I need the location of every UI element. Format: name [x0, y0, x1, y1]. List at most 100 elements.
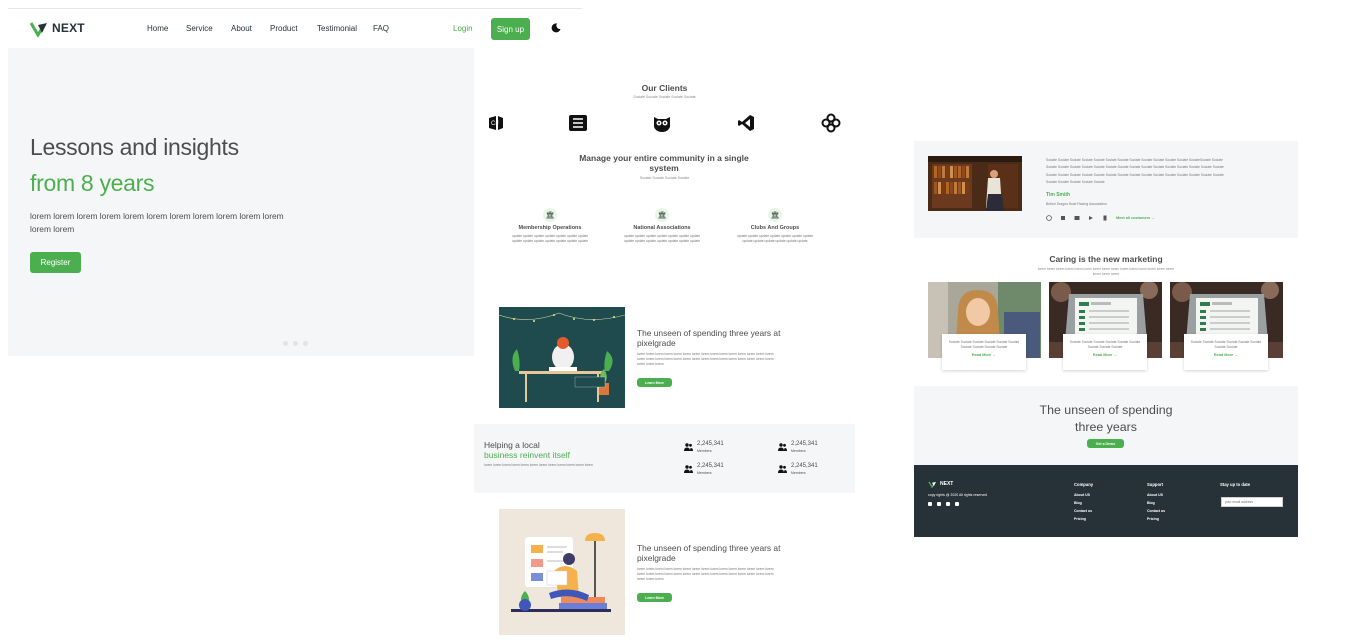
get-demo-button[interactable]: Get a Demo: [1087, 439, 1124, 448]
footer-link[interactable]: Contact us: [1074, 509, 1092, 513]
feature-title: National Associations: [633, 225, 691, 231]
stat-label: Members: [791, 471, 806, 475]
footer-link[interactable]: Contact us: [1147, 509, 1165, 513]
nav-link-faq[interactable]: FAQ: [373, 24, 389, 33]
stat-label: Members: [697, 471, 712, 475]
footer-link[interactable]: Pricing: [1147, 517, 1159, 521]
twitter-icon[interactable]: [937, 502, 941, 506]
nav-link-home[interactable]: Home: [147, 24, 168, 33]
read-more-link[interactable]: Read More →: [942, 353, 1026, 357]
testimonial-section: Sociate Sociate Sociate Sociate Sociate …: [914, 141, 1298, 238]
footer-link[interactable]: About US: [1074, 493, 1090, 497]
moon-icon[interactable]: [551, 23, 561, 33]
footer-newsletter-title: Stay up to date: [1220, 482, 1251, 487]
users-icon: [778, 465, 787, 473]
card-text: Sociate Sociate Sociate Sociate Sociate …: [1190, 340, 1262, 349]
reading-illustration: [499, 509, 625, 635]
signup-button[interactable]: Sign up: [491, 18, 530, 40]
footer: NEXT copy rights @ 2020 All rights reser…: [914, 465, 1298, 537]
nav-link-about[interactable]: About: [231, 24, 252, 33]
caring-title: Caring is the new marketing: [1049, 254, 1163, 264]
library-photo: [928, 156, 1022, 211]
footer-company-title: Company: [1074, 482, 1094, 487]
footer-support-title: Support: [1147, 482, 1164, 487]
users-icon: [684, 465, 693, 473]
stat-item: 2,245,341 Members: [778, 463, 838, 477]
vscode-logo-icon: [738, 115, 754, 131]
stat-number: 2,245,341: [697, 463, 724, 469]
blog-card: Sociate Sociate Sociate Sociate Sociate …: [942, 334, 1026, 370]
workspace-illustration: [499, 307, 625, 408]
figma-like-logo-icon: [821, 113, 841, 133]
section-title: The unseen of spending three years at pi…: [637, 328, 781, 348]
feature-card: 🏛 National Associations update update up…: [622, 208, 702, 244]
figma-like-logo-icon: [1046, 215, 1052, 221]
card-text: Sociate Sociate Sociate Sociate Sociate …: [1069, 340, 1141, 349]
svg-text:C#: C#: [491, 121, 499, 127]
hero-title-highlight: from 8 years: [30, 170, 155, 196]
stat-item: 2,245,341 Members: [684, 441, 744, 455]
testimonial-text: Sociate Sociate Sociate Sociate Sociate …: [1046, 158, 1224, 185]
stat-label: Members: [791, 449, 806, 453]
nav-link-service[interactable]: Service: [186, 24, 213, 33]
logo-text[interactable]: NEXT: [52, 21, 85, 35]
testimonial-role: British Dragon Boat Racing Association: [1046, 202, 1107, 206]
cta-title: The unseen of spending three years: [914, 402, 1298, 436]
learn-more-button[interactable]: Learn More: [637, 378, 672, 387]
stat-item: 2,245,341 Members: [684, 463, 744, 477]
blog-card: Sociate Sociate Sociate Sociate Sociate …: [1184, 334, 1268, 370]
cta-section: The unseen of spending three years Get a…: [914, 386, 1298, 465]
owl-logo-icon: [654, 117, 670, 132]
meet-customers-link[interactable]: Meet all customers →: [1116, 216, 1155, 220]
feature-text: update update update update update updat…: [736, 234, 814, 243]
clients-subtitle: Sociate Sociate Sociate Sociate Sociate: [633, 95, 696, 99]
feature-card: 🏛 Clubs And Groups update update update …: [735, 208, 815, 244]
footer-link[interactable]: About US: [1147, 493, 1163, 497]
stat-number: 2,245,341: [791, 463, 818, 469]
register-button[interactable]: Register: [30, 252, 81, 273]
sublime-logo-icon: [1074, 216, 1080, 220]
vscode-logo-icon: [1089, 216, 1093, 220]
blog-card: Sociate Sociate Sociate Sociate Sociate …: [1063, 334, 1147, 370]
top-navbar: NEXT Home Service About Product Testimon…: [8, 8, 582, 48]
hero-description: lorem lorem lorem lorem lorem lorem lore…: [30, 211, 284, 234]
stats-text: lorem lorem lorem lorem lorem lorem lore…: [484, 463, 594, 467]
hero-section: Lessons and insights from 8 years lorem …: [8, 48, 474, 356]
section-text: lorem lorem lorem lorem lorem lorem lore…: [637, 567, 774, 581]
footer-copyright: copy rights @ 2020 All rights reserved: [928, 493, 987, 497]
stat-item: 2,245,341 Members: [778, 441, 838, 455]
hero-title: Lessons and insights: [30, 134, 239, 160]
learn-more-button[interactable]: Learn More: [637, 593, 672, 602]
login-link[interactable]: Login: [453, 24, 473, 33]
newsletter-email-input[interactable]: [1221, 497, 1283, 507]
read-more-link[interactable]: Read More →: [1184, 353, 1268, 357]
marketing-page-preview: Sociate Sociate Sociate Sociate Sociate …: [914, 141, 1298, 537]
stats-title: Helping a local: [484, 440, 540, 450]
community-title: Manage your entire community in a single…: [579, 153, 749, 173]
carousel-dot[interactable]: [303, 341, 308, 346]
facebook-icon[interactable]: [928, 502, 932, 506]
stats-section: Helping a local business reinvent itself…: [474, 424, 855, 493]
cta-title-line: three years: [1075, 420, 1137, 434]
footer-logo-text[interactable]: NEXT: [940, 481, 953, 487]
instagram-icon[interactable]: [946, 502, 950, 506]
carousel-dot[interactable]: [293, 341, 298, 346]
visual-studio-logo-icon: [1103, 215, 1107, 221]
owl-logo-icon: [1061, 216, 1065, 220]
stat-label: Members: [697, 449, 712, 453]
footer-link[interactable]: Pricing: [1074, 517, 1086, 521]
nav-link-testimonial[interactable]: Testimonial: [317, 24, 357, 33]
feature-text: update update update update update updat…: [623, 234, 701, 243]
users-icon: [778, 443, 787, 451]
logo-icon: [30, 22, 47, 37]
card-text: Sociate Sociate Sociate Sociate Sociate …: [948, 340, 1020, 349]
nav-link-product[interactable]: Product: [270, 24, 298, 33]
bank-icon: 🏛: [543, 208, 557, 222]
carousel-dot[interactable]: [283, 341, 288, 346]
visual-studio-logo-icon: C#: [489, 116, 503, 130]
youtube-icon[interactable]: [955, 502, 959, 506]
read-more-link[interactable]: Read More →: [1063, 353, 1147, 357]
footer-link[interactable]: Blog: [1074, 501, 1082, 505]
feature-card: 🏛 Membership Operations update update up…: [510, 208, 590, 244]
footer-link[interactable]: Blog: [1147, 501, 1155, 505]
